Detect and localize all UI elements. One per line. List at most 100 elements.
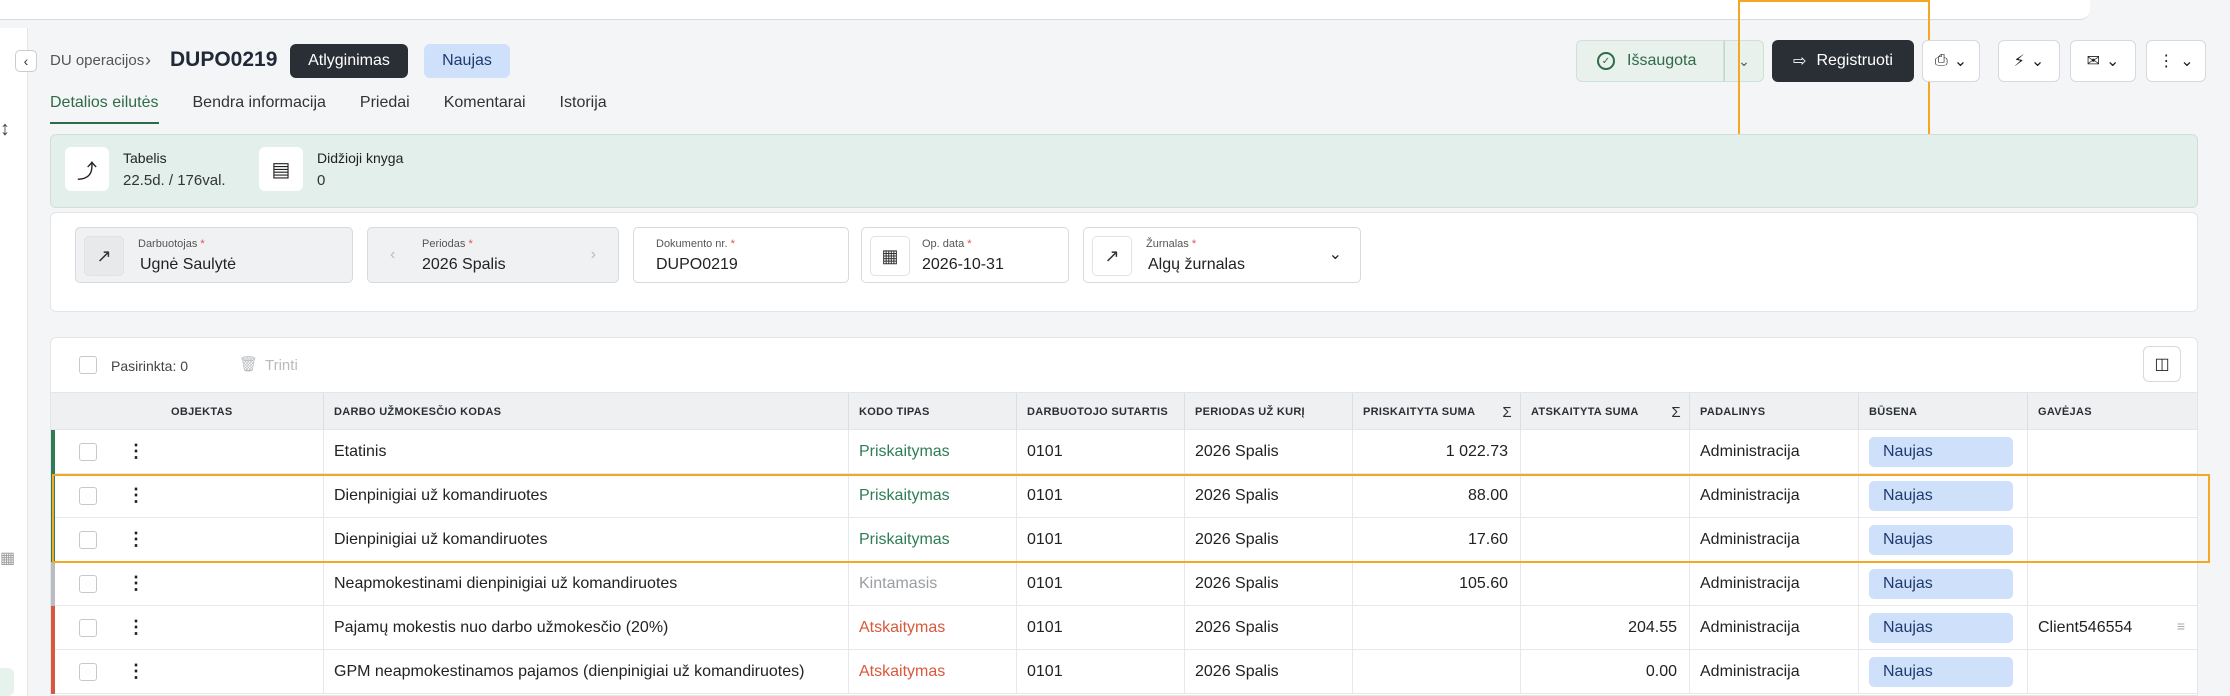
table-row[interactable]: ⋮ Pajamų mokestis nuo darbo užmokesčio (2… [51,606,2197,650]
table-row[interactable]: ⋮ Etatinis Priskaitymas 0101 2026 Spalis 1 02… [51,430,2197,474]
row-menu-icon[interactable]: ⋮ [127,662,145,680]
prev-period-icon[interactable]: ‹ [390,246,395,264]
cell-code[interactable]: Neapmokestinami dienpinigiai už komandir… [323,562,848,606]
saved-status-button[interactable]: ✓ Išsaugota [1576,40,1724,82]
cell-deducted[interactable] [1520,518,1689,562]
header-accrued[interactable]: PRISKAITYTA SUMA Σ [1352,393,1520,431]
cell-object[interactable] [161,430,323,474]
cell-type[interactable]: Priskaitymas [848,518,1016,562]
cell-deducted[interactable]: 204.55 [1520,606,1689,650]
cell-unit[interactable]: Administracija [1689,474,1858,518]
drag-handle-icon[interactable]: ≡ [2177,618,2185,634]
cell-recipient[interactable] [2027,650,2197,694]
cell-unit[interactable]: Administracija [1689,650,1858,694]
cell-accrued[interactable]: 105.60 [1352,562,1520,606]
register-button[interactable]: ⇨ Registruoti [1772,40,1914,82]
email-button[interactable]: ✉ ⌄ [2070,40,2136,82]
cell-object[interactable] [161,518,323,562]
table-row[interactable]: ⋮ Neapmokestinami dienpinigiai už komandi… [51,562,2197,606]
cell-object[interactable] [161,606,323,650]
header-contract[interactable]: DARBUOTOJO SUTARTIS [1016,393,1184,431]
back-button[interactable]: ‹ [15,50,37,72]
row-menu-icon[interactable]: ⋮ [127,530,145,548]
cell-code[interactable]: Dienpinigiai už komandiruotes [323,518,848,562]
row-menu-icon[interactable]: ⋮ [127,486,145,504]
row-checkbox[interactable] [79,575,97,593]
period-field[interactable]: ‹ Periodas * 2026 Spalis › [367,227,619,283]
doc-number-field[interactable]: Dokumento nr. * DUPO0219 [633,227,849,283]
saved-dropdown-button[interactable]: ⌄ [1724,40,1764,82]
select-all-checkbox[interactable] [79,356,97,374]
tab-history[interactable]: Istorija [560,94,607,124]
cell-deducted[interactable]: 0.00 [1520,650,1689,694]
delete-button[interactable]: Trinti [265,357,298,374]
cell-type[interactable]: Kintamasis [848,562,1016,606]
cell-status[interactable]: Naujas [1858,430,2027,474]
row-checkbox[interactable] [79,487,97,505]
cell-status[interactable]: Naujas [1858,562,2027,606]
more-button[interactable]: ⋮ ⌄ [2146,40,2206,82]
grid-icon[interactable]: ▦ [0,548,15,568]
cell-unit[interactable]: Administracija [1689,430,1858,474]
cell-period[interactable]: 2026 Spalis [1184,474,1352,518]
table-row[interactable]: ⋮ Dienpinigiai už komandiruotes Priskaitym… [51,518,2197,562]
cell-object[interactable] [161,650,323,694]
next-period-icon[interactable]: › [591,246,596,264]
tab-general[interactable]: Bendra informacija [193,94,326,124]
external-link-icon[interactable]: ↗ [84,236,124,276]
cell-contract[interactable]: 0101 [1016,430,1184,474]
cell-code[interactable]: Etatinis [323,430,848,474]
cell-recipient[interactable] [2027,430,2197,474]
employee-field[interactable]: ↗ Darbuotojas * Ugnė Saulytė [75,227,353,283]
cell-contract[interactable]: 0101 [1016,562,1184,606]
cell-contract[interactable]: 0101 [1016,606,1184,650]
header-period[interactable]: PERIODAS UŽ KURĮ [1184,393,1352,431]
cell-deducted[interactable] [1520,430,1689,474]
cell-period[interactable]: 2026 Spalis [1184,430,1352,474]
cell-unit[interactable]: Administracija [1689,518,1858,562]
header-code-type[interactable]: KODO TIPAS [848,393,1016,431]
cell-unit[interactable]: Administracija [1689,606,1858,650]
row-menu-icon[interactable]: ⋮ [127,442,145,460]
cell-unit[interactable]: Administracija [1689,562,1858,606]
cell-status[interactable]: Naujas [1858,474,2027,518]
cell-period[interactable]: 2026 Spalis [1184,518,1352,562]
table-row[interactable]: ⋮ Dienpinigiai už komandiruotes Priskaitym… [51,474,2197,518]
external-link-icon[interactable]: ↗ [1092,236,1132,276]
table-row[interactable]: ⋮ GPM neapmokestinamos pajamos (dienpinig… [51,650,2197,694]
row-checkbox[interactable] [79,663,97,681]
print-button[interactable]: ⎙ ⌄ [1922,40,1980,82]
cell-accrued[interactable]: 1 022.73 [1352,430,1520,474]
top-search-bar[interactable] [0,0,2090,20]
cell-recipient[interactable] [2027,562,2197,606]
cell-deducted[interactable] [1520,474,1689,518]
calendar-icon[interactable]: ▦ [870,236,910,276]
column-layout-button[interactable]: ◫ [2143,346,2181,382]
cell-period[interactable]: 2026 Spalis [1184,562,1352,606]
cell-object[interactable] [161,562,323,606]
header-code[interactable]: DARBO UŽMOKESČIO KODAS [323,393,848,431]
op-date-field[interactable]: ▦ Op. data * 2026-10-31 [861,227,1069,283]
cell-status[interactable]: Naujas [1858,606,2027,650]
tab-comments[interactable]: Komentarai [444,94,526,124]
tab-details[interactable]: Detalios eilutės [50,94,159,124]
cell-period[interactable]: 2026 Spalis [1184,650,1352,694]
cell-recipient[interactable] [2027,518,2197,562]
cell-recipient[interactable] [2027,474,2197,518]
sort-icon[interactable]: ↕ [0,118,10,141]
header-recipient[interactable]: GAVĖJAS [2027,393,2197,431]
cell-recipient[interactable]: Client546554 [2027,606,2197,650]
row-checkbox[interactable] [79,619,97,637]
tab-attachments[interactable]: Priedai [360,94,410,124]
header-status[interactable]: BŪSENA [1858,393,2027,431]
header-deducted[interactable]: ATSKAITYTA SUMA Σ [1520,393,1689,431]
cell-period[interactable]: 2026 Spalis [1184,606,1352,650]
journal-field[interactable]: ↗ Žurnalas * Algų žurnalas ⌄ [1083,227,1361,283]
cell-accrued[interactable]: 17.60 [1352,518,1520,562]
row-checkbox[interactable] [79,531,97,549]
cell-contract[interactable]: 0101 [1016,518,1184,562]
actions-button[interactable]: ⚡︎ ⌄ [1998,40,2060,82]
cell-status[interactable]: Naujas [1858,650,2027,694]
cell-type[interactable]: Atskaitymas [848,606,1016,650]
chevron-down-icon[interactable]: ⌄ [1329,244,1342,264]
